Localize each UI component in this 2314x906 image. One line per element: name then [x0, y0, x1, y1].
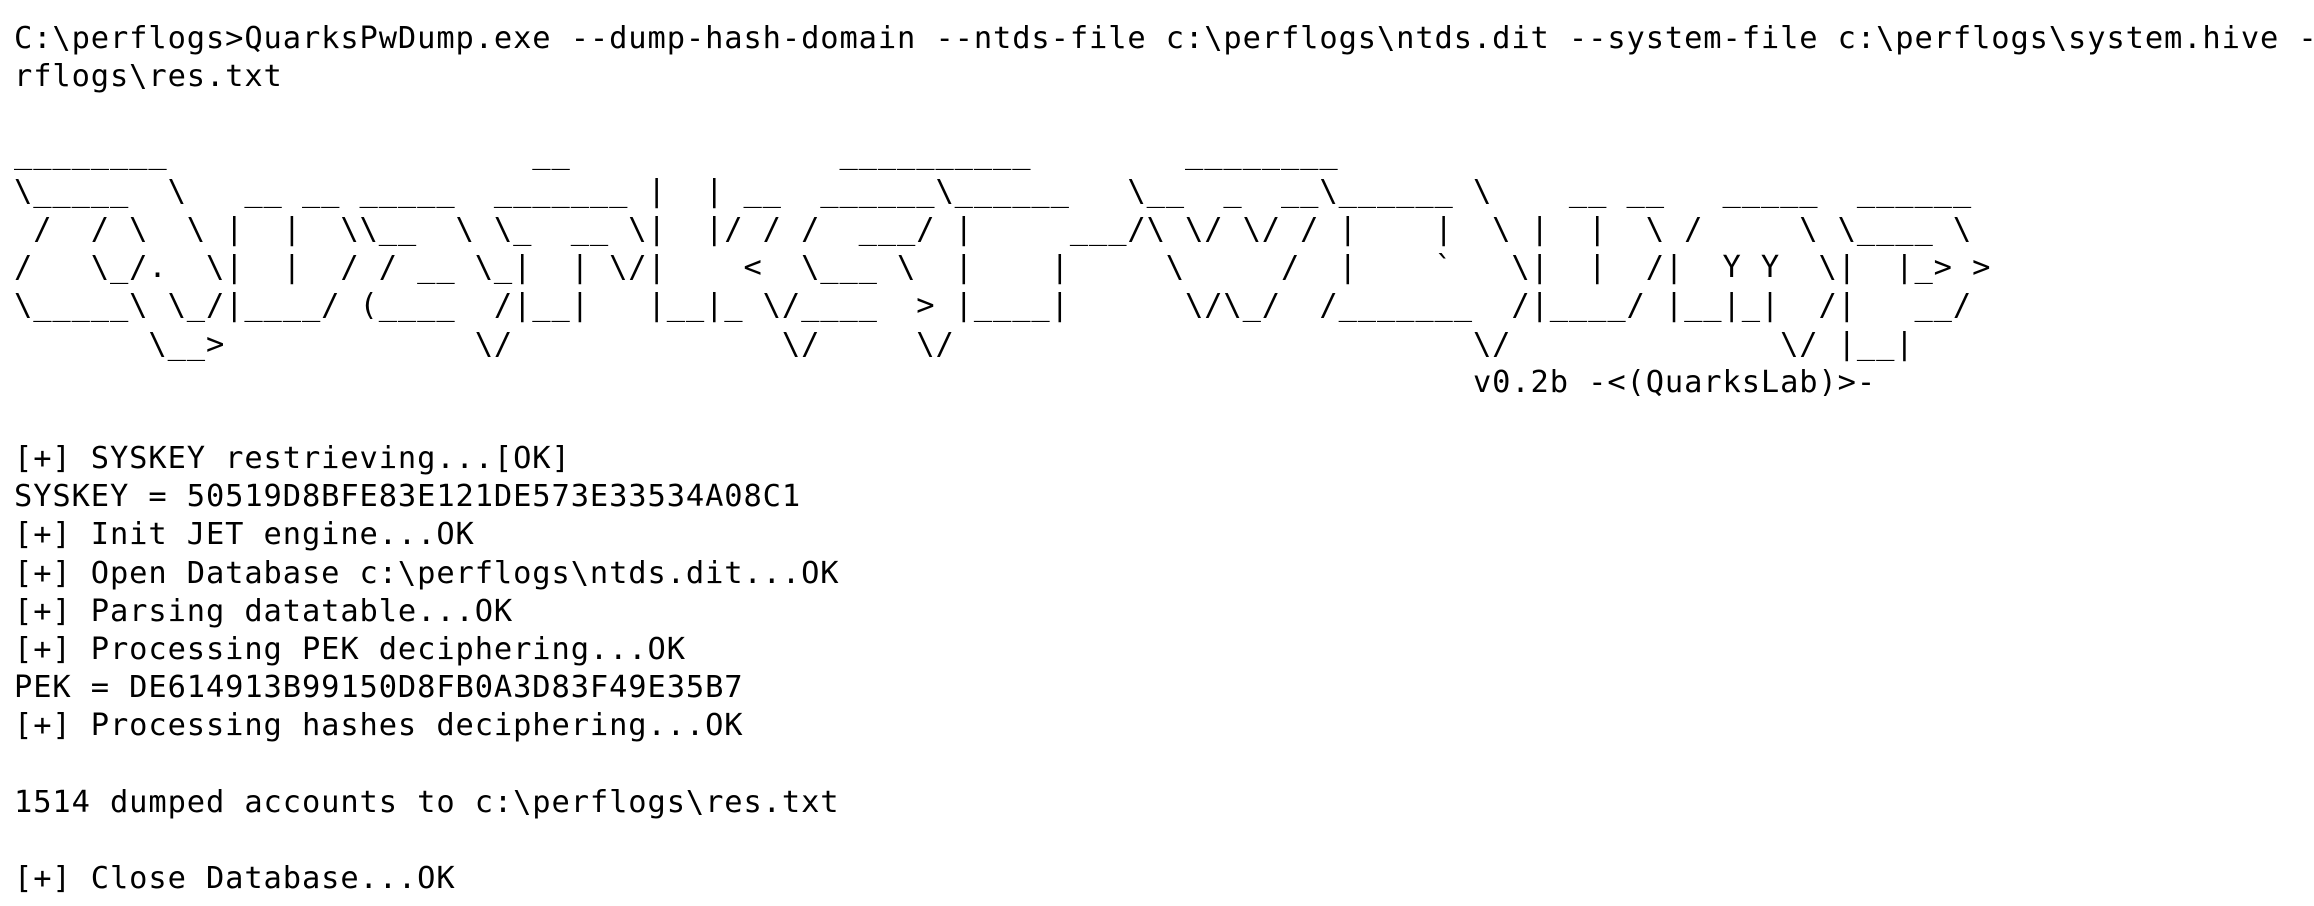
- dumped-accounts-line: 1514 dumped accounts to c:\perflogs\res.…: [14, 784, 840, 820]
- output-line: [+] Processing hashes deciphering...OK: [14, 708, 744, 744]
- ascii-banner-line-4: / \_/. \| | / / __ \_| | \/| < \___ \ | …: [14, 250, 1992, 286]
- ascii-banner-line-3: / / \ \ | | \\__ \ \_ __ \| |/ / / ___/ …: [14, 211, 1973, 247]
- output-line: [+] Parsing datatable...OK: [14, 593, 514, 629]
- version-line: v0.2b -<(QuarksLab)>-: [14, 364, 1877, 400]
- command-line: C:\perflogs>QuarksPwDump.exe --dump-hash…: [14, 21, 2314, 56]
- output-line: [+] Open Database c:\perflogs\ntds.dit..…: [14, 555, 840, 591]
- ascii-banner-line-1: ________ __ __________ ________: [14, 135, 1339, 171]
- ascii-banner-line-2: \_____ \ __ __ _____ _______ | | __ ____…: [14, 173, 1973, 209]
- output-line: [+] Processing PEK deciphering...OK: [14, 632, 686, 667]
- output-line: [+] Close Database...OK: [14, 861, 456, 897]
- pek-line: PEK = DE614913B99150D8FB0A3D83F49E35B7: [14, 670, 744, 706]
- output-line: [+] SYSKEY restrieving...[OK]: [14, 441, 571, 477]
- terminal-window[interactable]: C:\perflogs>QuarksPwDump.exe --dump-hash…: [0, 0, 2314, 906]
- ascii-banner-line-6: \__> \/ \/ \/ \/ \/ |__|: [14, 326, 1915, 362]
- syskey-line: SYSKEY = 50519D8BFE83E121DE573E33534A08C…: [14, 479, 802, 515]
- ascii-banner-line-5: \_____\ \_/|____/ (____ /|__| |__|_ \/__…: [14, 288, 1973, 324]
- output-line: [+] Init JET engine...OK: [14, 517, 475, 553]
- command-line-wrap: rflogs\res.txt: [14, 59, 283, 95]
